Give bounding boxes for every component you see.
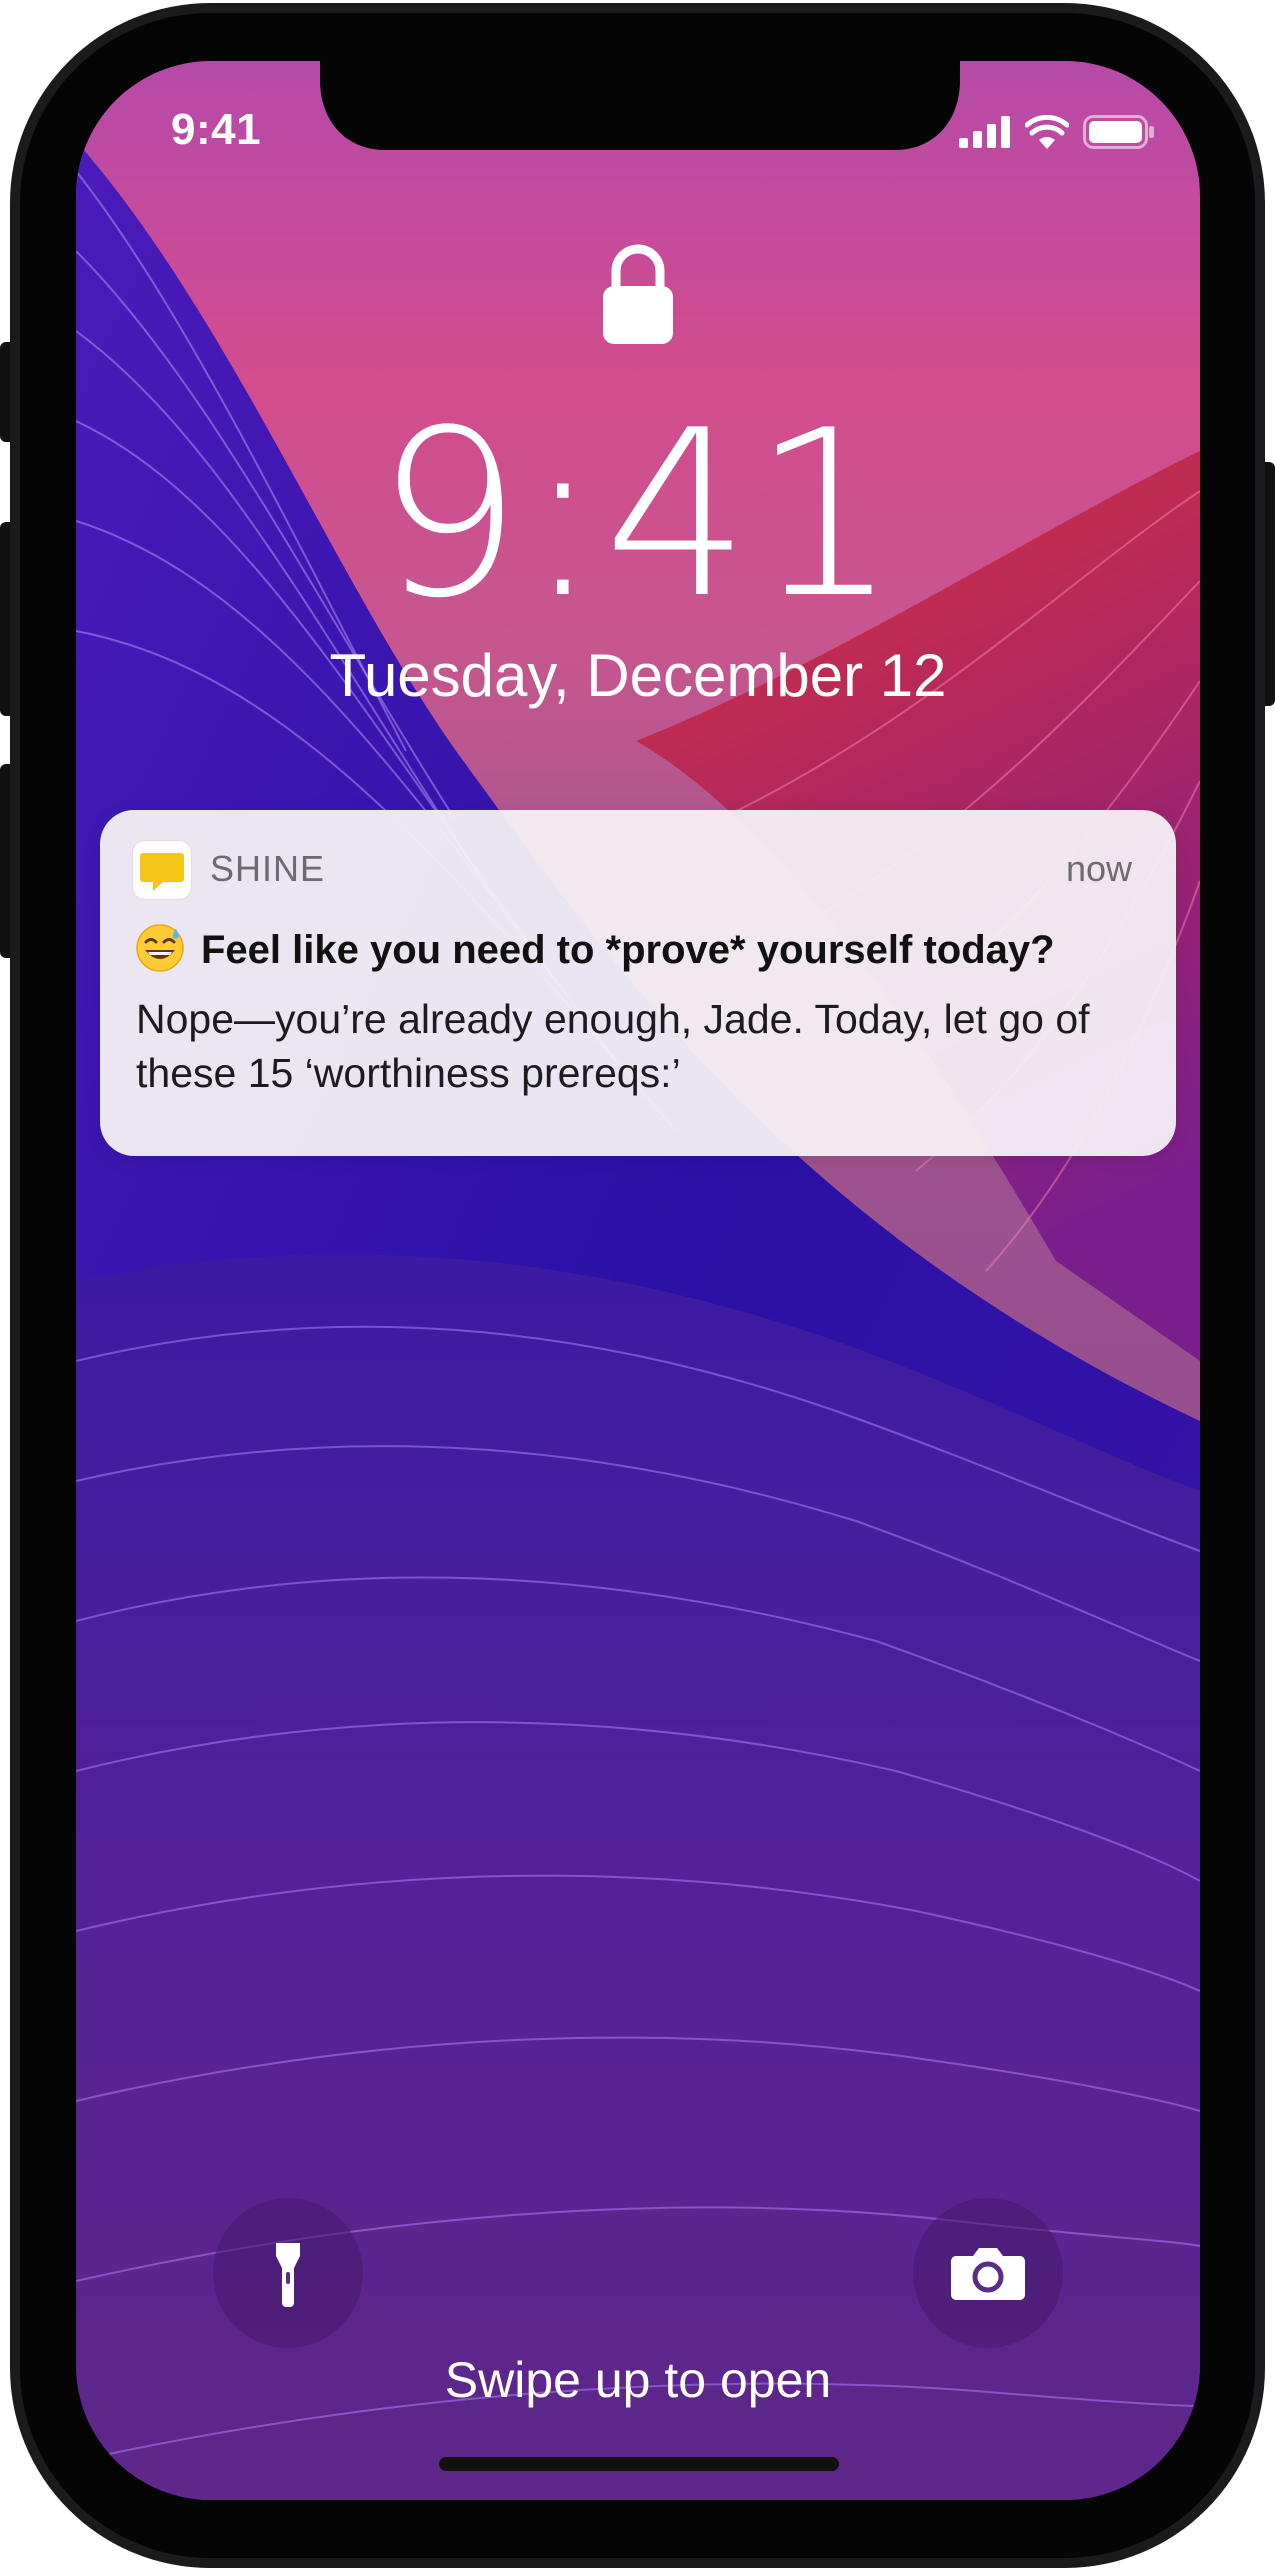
flashlight-button[interactable] <box>213 2198 363 2348</box>
lock-screen-time: 9:41 <box>375 382 901 649</box>
speech-bubble-icon <box>140 853 184 891</box>
grinning-sweat-emoji <box>136 924 184 972</box>
notification-title-row: Feel like you need to *prove* yourself t… <box>135 923 1055 973</box>
notification-card[interactable]: SHINE now Feel like you need to *prove* … <box>100 810 1176 1156</box>
notification-title: Feel like you need to *prove* yourself t… <box>201 928 1055 972</box>
swipe-up-hint: Swipe up to open <box>444 2352 832 2408</box>
notch <box>320 55 960 150</box>
notification-app-name: SHINE <box>210 848 326 889</box>
app-icon <box>132 840 192 900</box>
phone-frame: 9:41 9:41 Tuesday, December 12 SHINE now… <box>0 0 1275 2571</box>
camera-icon <box>951 2248 1025 2300</box>
camera-button[interactable] <box>913 2198 1063 2348</box>
lock-icon <box>603 244 673 344</box>
notification-body: Nope—you’re already enough, Jade. Today,… <box>136 996 1090 1096</box>
lock-screen-date: Tuesday, December 12 <box>329 642 947 709</box>
home-indicator[interactable] <box>439 2457 839 2471</box>
flashlight-icon <box>276 2243 300 2307</box>
notification-timestamp: now <box>1065 848 1132 889</box>
lock-screen: 9:41 9:41 Tuesday, December 12 SHINE now… <box>76 61 1200 2500</box>
